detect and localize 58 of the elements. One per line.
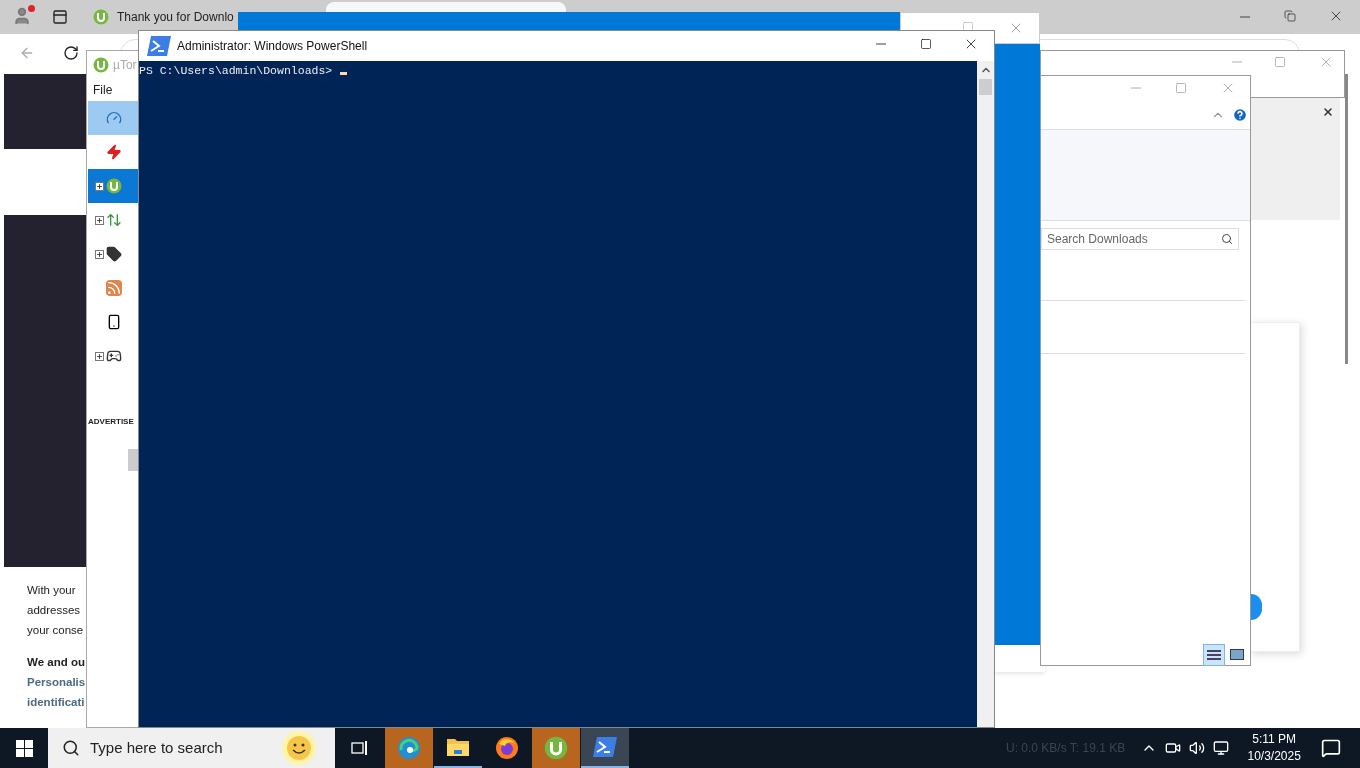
expand-icon[interactable] [95, 181, 104, 191]
notifications-icon[interactable] [1321, 738, 1342, 758]
scrollbar-thumb[interactable] [979, 79, 992, 95]
search-icon [62, 739, 80, 757]
utorrent-logo-icon [106, 178, 122, 194]
taskbar-app[interactable] [581, 728, 629, 768]
restore-icon[interactable] [1284, 10, 1296, 22]
close-icon[interactable] [1322, 106, 1334, 118]
edge-icon [397, 736, 421, 760]
utorrent-logo-icon [93, 57, 109, 73]
utorrent-icon [544, 736, 568, 760]
powershell-icon [147, 36, 171, 56]
cursor [340, 72, 348, 75]
consent-text: identificati [27, 695, 86, 710]
volume-icon[interactable] [1189, 740, 1206, 756]
lightning-icon [106, 144, 122, 160]
task-view-icon [351, 740, 369, 756]
consent-text: addresses [27, 603, 82, 618]
consent-text: With your [27, 583, 77, 598]
consent-text: your conse [27, 623, 85, 638]
rss-icon [106, 280, 122, 296]
expand-icon[interactable] [95, 351, 104, 361]
tag-icon [106, 246, 122, 262]
camera-icon[interactable] [1165, 740, 1182, 756]
profile-icon[interactable] [12, 6, 32, 26]
window-title: Administrator: Windows PowerShell [177, 38, 368, 55]
smiling-sun-icon [280, 730, 317, 766]
up-down-arrows-icon [106, 212, 122, 228]
details-view-icon[interactable] [1203, 644, 1225, 666]
firefox-icon [495, 736, 519, 760]
search-field[interactable]: Search Downloads [1041, 228, 1239, 250]
search-icon [1221, 233, 1233, 245]
powershell-icon [593, 737, 617, 757]
advert-label: ADVERTISE [88, 416, 134, 428]
search-field[interactable]: Type here to search [48, 728, 335, 768]
scrollbar[interactable] [977, 61, 994, 727]
utorrent-favicon-icon [93, 9, 109, 25]
console-prompt: PS C:\Users\admin\Downloads> [139, 63, 333, 79]
phone-icon [106, 314, 122, 330]
gamepad-icon [106, 348, 122, 364]
picture-view-icon[interactable] [1230, 649, 1244, 660]
reload-icon[interactable] [63, 45, 79, 61]
gauge-icon [106, 110, 122, 126]
expand-icon[interactable] [95, 249, 104, 259]
consent-text: We and ou [27, 655, 86, 670]
scrollbar-thumb[interactable] [128, 449, 138, 471]
maximize-icon[interactable] [920, 38, 932, 50]
window-title: µTor [113, 57, 137, 74]
tab-actions-icon[interactable] [52, 9, 68, 25]
clock[interactable]: 5:11 PM 10/3/2025 [1239, 731, 1310, 765]
browser-tab[interactable]: Thank you for Downlo [88, 4, 238, 30]
consent-text: Personalis [27, 675, 86, 690]
expand-icon[interactable] [95, 215, 104, 225]
windows-logo-icon [15, 739, 33, 757]
scrollbar[interactable] [1345, 74, 1348, 364]
folder-icon [446, 736, 470, 758]
menu-item[interactable]: File [93, 81, 113, 99]
network-icon[interactable] [1213, 740, 1230, 756]
